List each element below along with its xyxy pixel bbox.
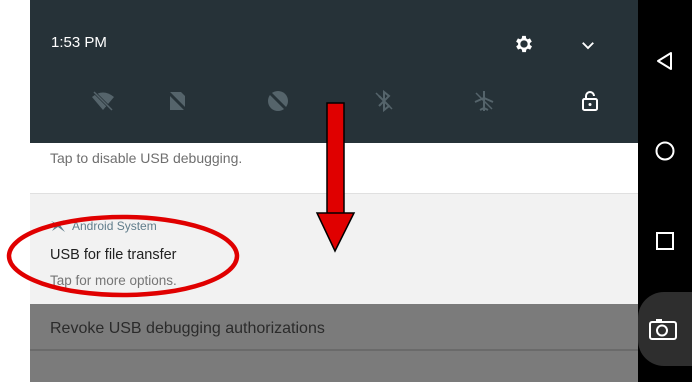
left-margin: [0, 0, 30, 382]
usb-debugging-text: Tap to disable USB debugging.: [50, 150, 243, 166]
revoke-usb-debugging-label: Revoke USB debugging authorizations: [50, 320, 325, 337]
screenshot-button[interactable]: [638, 292, 692, 366]
navigation-bar: [638, 0, 692, 382]
back-icon[interactable]: [654, 50, 676, 72]
usb-debugging-notification[interactable]: Tap to disable USB debugging.: [30, 143, 638, 193]
revoke-usb-debugging-item[interactable]: Revoke USB debugging authorizations: [30, 304, 638, 382]
notification-title: USB for file transfer: [50, 247, 177, 263]
status-time: 1:53 PM: [51, 34, 107, 51]
quick-settings-panel: 1:53 PM: [30, 0, 638, 143]
recents-icon[interactable]: [655, 231, 675, 251]
app-header: Android System: [50, 218, 157, 234]
wifi-off-icon[interactable]: [90, 88, 116, 114]
airplane-mode-icon[interactable]: [471, 88, 497, 114]
data-saver-icon[interactable]: [265, 88, 291, 114]
bluetooth-off-icon[interactable]: [371, 88, 397, 114]
no-sim-icon[interactable]: [164, 88, 190, 114]
notification-shade: Tap to disable USB debugging. Android Sy…: [30, 143, 638, 382]
screen-lock-icon[interactable]: [577, 88, 603, 114]
android-system-icon: [51, 220, 65, 232]
home-icon[interactable]: [654, 140, 676, 162]
gear-icon[interactable]: [513, 33, 535, 55]
screenshot-camera-icon: [649, 319, 677, 340]
app-name: Android System: [72, 219, 157, 233]
divider: [30, 349, 638, 351]
usb-transfer-notification[interactable]: Android System USB for file transfer Tap…: [30, 193, 638, 314]
chevron-down-icon[interactable]: [579, 36, 597, 54]
notification-subtitle: Tap for more options.: [50, 273, 177, 288]
